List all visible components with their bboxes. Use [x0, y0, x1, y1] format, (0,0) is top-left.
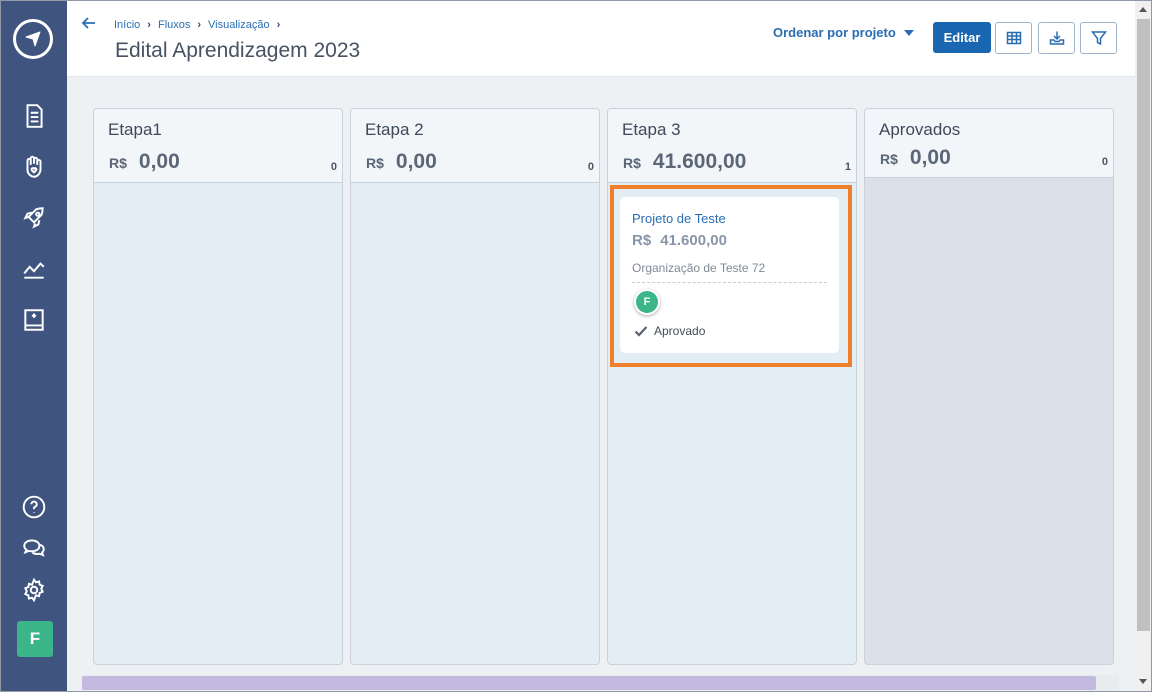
breadcrumb-inicio[interactable]: Início: [114, 19, 140, 31]
board-column-aprovados: Aprovados R$ 0,00 0: [864, 108, 1114, 665]
column-header: Etapa1 R$ 0,00 0: [94, 109, 342, 183]
sort-dropdown-label: Ordenar por projeto: [773, 25, 896, 40]
card-amount-value: 41.600,00: [660, 232, 727, 249]
table-view-button[interactable]: [995, 22, 1032, 54]
card-avatar: F: [634, 289, 660, 315]
project-card[interactable]: Projeto de Teste R$ 41.600,00 Organizaçã…: [620, 197, 839, 353]
export-button[interactable]: [1038, 22, 1075, 54]
chevron-right-icon: ›: [197, 19, 202, 31]
column-amount: 0,00: [395, 150, 437, 173]
column-total: R$ 0,00: [366, 150, 437, 174]
book-icon: [24, 309, 44, 331]
column-title: Etapa1: [108, 120, 162, 139]
column-amount: 0,00: [909, 146, 951, 169]
column-title: Etapa 2: [365, 120, 424, 139]
horizontal-scrollbar-thumb[interactable]: [82, 676, 1096, 690]
page-header: Início › Fluxos › Visualização › Edital …: [67, 1, 1135, 77]
card-divider: [632, 282, 827, 283]
chevron-right-icon: ›: [147, 19, 151, 31]
app-logo[interactable]: [13, 19, 53, 59]
check-icon: [634, 326, 648, 337]
breadcrumb-visualizacao[interactable]: Visualização: [208, 19, 270, 31]
compass-icon: [25, 31, 41, 47]
rocket-icon: [23, 207, 44, 229]
board-column-etapa2: Etapa 2 R$ 0,00 0: [350, 108, 600, 665]
board-column-etapa1: Etapa1 R$ 0,00 0: [93, 108, 343, 665]
document-icon: [26, 104, 43, 128]
user-avatar[interactable]: F: [17, 621, 53, 657]
table-icon: [1006, 31, 1021, 45]
filter-button[interactable]: [1080, 22, 1117, 54]
chevron-right-icon: ›: [276, 19, 281, 31]
scroll-down-icon[interactable]: [1139, 679, 1147, 684]
card-status: Aprovado: [634, 324, 705, 338]
column-currency: R$: [366, 155, 384, 171]
column-currency: R$: [880, 151, 898, 167]
sidebar-item-support[interactable]: [20, 153, 48, 181]
arrow-left-icon: [81, 17, 95, 29]
filter-icon: [1090, 31, 1107, 46]
column-count: 0: [587, 161, 594, 173]
sort-dropdown[interactable]: Ordenar por projeto: [773, 25, 914, 40]
hand-heart-icon: [26, 155, 42, 178]
column-header: Aprovados R$ 0,00 0: [865, 109, 1113, 178]
back-button[interactable]: [81, 15, 99, 33]
column-total: R$ 41.600,00: [623, 150, 746, 174]
card-amount: R$ 41.600,00: [632, 232, 727, 249]
sidebar-item-settings[interactable]: [20, 576, 48, 604]
sidebar-item-library[interactable]: [20, 306, 48, 334]
scroll-up-icon[interactable]: [1139, 7, 1147, 12]
sidebar-item-chat[interactable]: [20, 534, 48, 562]
column-currency: R$: [109, 155, 127, 171]
card-status-label: Aprovado: [654, 324, 706, 338]
column-count: 1: [844, 161, 851, 173]
edit-button[interactable]: Editar: [933, 22, 991, 53]
breadcrumb: Início › Fluxos › Visualização ›: [114, 19, 287, 31]
column-total: R$ 0,00: [880, 146, 951, 170]
column-header: Etapa 3 R$ 41.600,00 1: [608, 109, 856, 183]
column-amount: 41.600,00: [652, 150, 747, 173]
column-currency: R$: [623, 155, 641, 171]
column-title: Etapa 3: [622, 120, 681, 139]
sidebar-item-launch[interactable]: [20, 204, 48, 232]
column-count: 0: [330, 161, 337, 173]
sidebar-item-help[interactable]: [20, 493, 48, 521]
app-window: F Início › Fluxos › Visualização › Edita…: [0, 0, 1152, 692]
column-header: Etapa 2 R$ 0,00 0: [351, 109, 599, 183]
column-amount: 0,00: [138, 150, 180, 173]
page-title: Edital Aprendizagem 2023: [115, 39, 361, 62]
card-title[interactable]: Projeto de Teste: [632, 211, 726, 226]
sidebar-item-reports[interactable]: [20, 255, 48, 283]
column-total: R$ 0,00: [109, 150, 180, 174]
breadcrumb-fluxos[interactable]: Fluxos: [158, 19, 190, 31]
sidebar-item-documents[interactable]: [20, 102, 48, 130]
column-title: Aprovados: [879, 120, 961, 139]
download-tray-icon: [1049, 31, 1064, 45]
vertical-scrollbar[interactable]: [1135, 1, 1151, 691]
vertical-scrollbar-thumb[interactable]: [1137, 19, 1150, 631]
card-currency: R$: [632, 232, 652, 249]
horizontal-scrollbar[interactable]: [81, 675, 1119, 691]
card-organization: Organização de Teste 72: [632, 261, 766, 275]
help-icon: [22, 495, 46, 519]
board-column-etapa3: Etapa 3 R$ 41.600,00 1: [607, 108, 857, 665]
chart-line-icon: [23, 262, 45, 279]
sidebar: F: [1, 1, 67, 691]
caret-down-icon: [903, 29, 914, 36]
chat-icon: [23, 539, 45, 557]
gear-icon: [23, 577, 45, 603]
column-count: 0: [1101, 156, 1108, 168]
